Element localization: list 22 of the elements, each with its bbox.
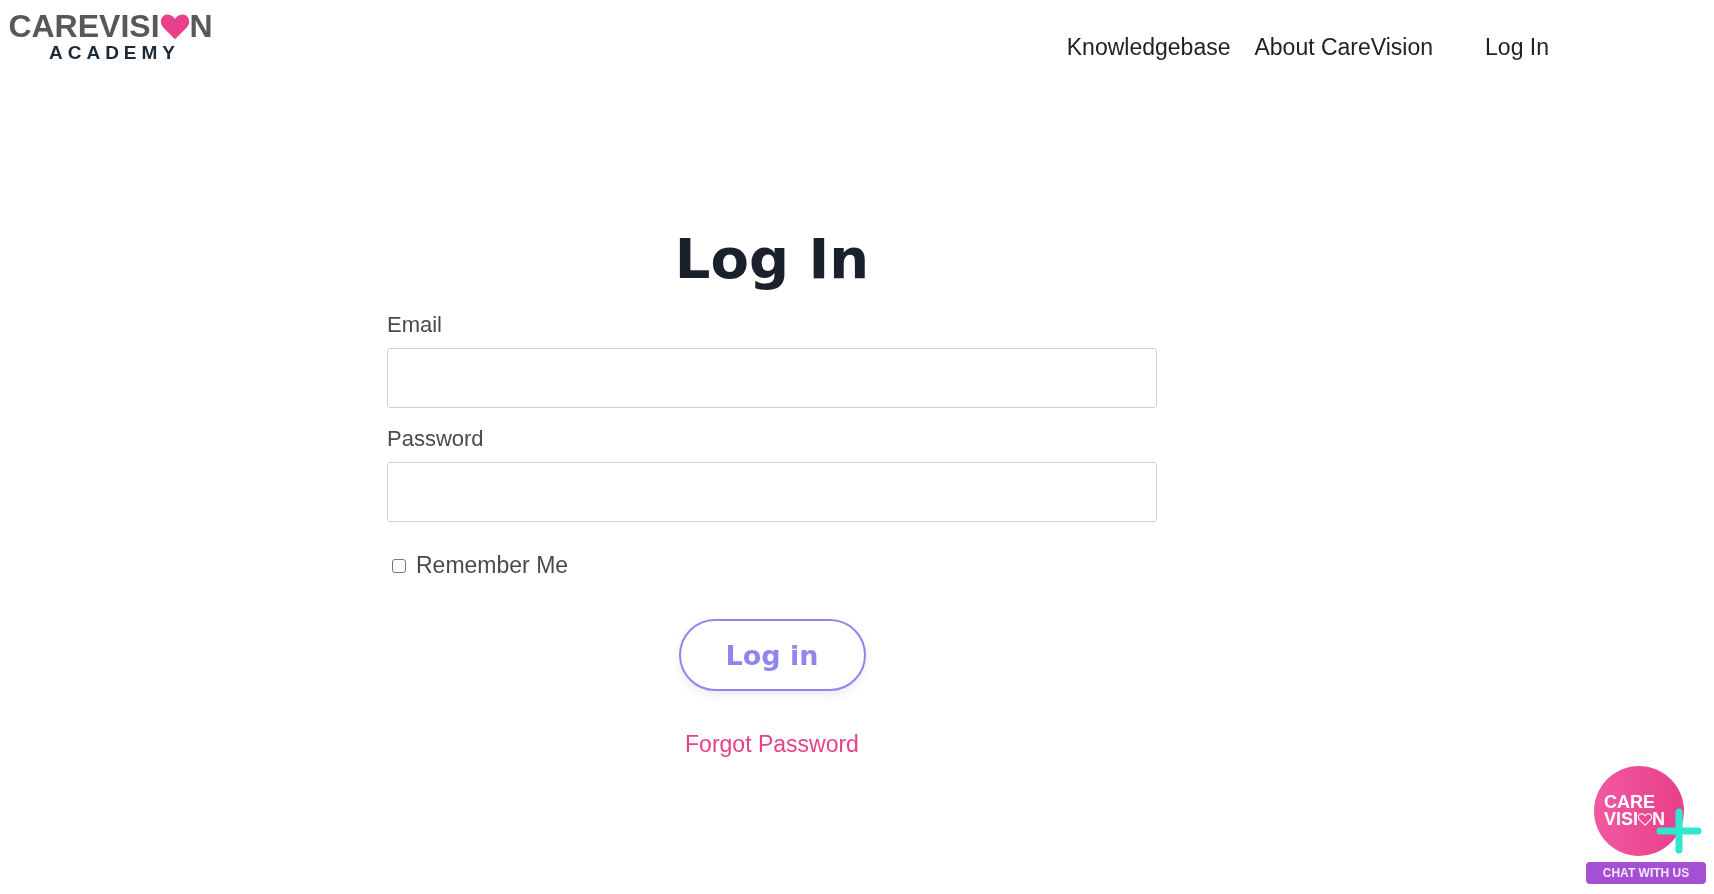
chat-bubble[interactable]: CARE VISI N [1594, 766, 1684, 856]
field-label: Email [387, 312, 443, 338]
forgot-password-link[interactable]: Forgot Password [685, 731, 859, 758]
nav-link[interactable]: Knowledgebase [1066, 34, 1231, 61]
nav-link[interactable]: Log In [1485, 34, 1549, 61]
logo-subtitle: ACADEMY [48, 42, 181, 64]
heart-icon [159, 12, 190, 40]
checkbox[interactable] [392, 558, 406, 573]
page-title: Log In [673, 225, 871, 293]
nav-link[interactable]: About CareVision [1254, 34, 1434, 61]
login-button[interactable]: Log in [678, 619, 866, 691]
checkbox-label: Remember Me [416, 552, 569, 579]
chat-logo-text: N [1652, 811, 1665, 828]
email-field[interactable] [387, 348, 1157, 408]
heart-icon [1638, 813, 1652, 826]
chat-logo-text: CARE [1604, 794, 1656, 811]
logo-text: N [189, 10, 213, 42]
password-field[interactable] [387, 462, 1157, 522]
logo-text: CAREVISI [8, 10, 160, 42]
chat-logo-text: VISI [1604, 811, 1638, 828]
chat-button[interactable]: CHAT WITH US [1586, 862, 1706, 884]
field-label: Password [387, 426, 485, 452]
